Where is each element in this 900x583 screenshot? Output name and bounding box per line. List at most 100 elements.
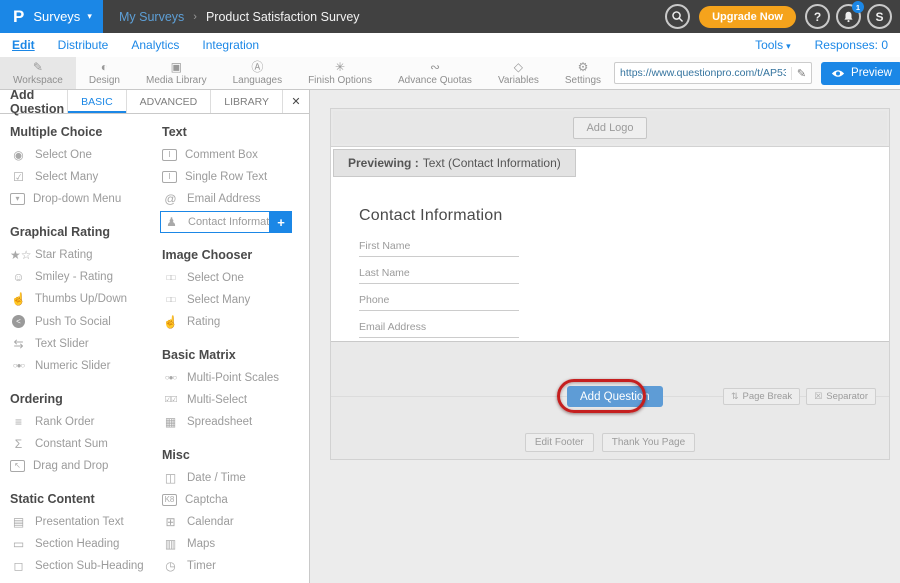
question-type-comment-box[interactable]: IComment Box [160,144,302,166]
group-header-graphical-rating: Graphical Rating [10,225,160,239]
calendar-icon: ⊞ [162,516,179,528]
question-type-smiley-rating[interactable]: ☺Smiley - Rating [8,266,160,288]
add-logo-button[interactable]: Add Logo [573,117,646,139]
close-panel-button[interactable]: ✕ [282,90,309,113]
question-type-drop-down-menu[interactable]: ▾ Drop-down Menu [8,188,160,210]
question-type-single-row-text[interactable]: ISingle Row Text [160,166,302,188]
search-button[interactable] [665,4,690,29]
toolbar-item-languages[interactable]: ⒶLanguages [220,57,296,89]
panel-tab-advanced[interactable]: ADVANCED [126,90,211,113]
panel-tab-library[interactable]: LIBRARY [210,90,282,113]
separator-button[interactable]: ☒ Separator [806,388,876,405]
question-type-calendar[interactable]: ⊞Calendar [160,511,302,533]
question-type-label: Section Sub-Heading [35,560,144,572]
question-type-label: Select One [187,272,244,284]
group-header-ordering: Ordering [10,392,160,406]
question-type-star-rating[interactable]: ★☆ Star Rating [8,244,160,266]
breadcrumb-separator: › [193,11,197,23]
question-type-column-2: TextIComment BoxISingle Row Text@Email A… [160,116,302,577]
toolbar-item-workspace[interactable]: ✎Workspace [0,57,76,89]
tools-menu[interactable]: Tools▾ [755,38,791,52]
contact-field-last-name[interactable] [359,262,519,284]
nav-tab-distribute[interactable]: Distribute [58,38,109,52]
question-type-rating[interactable]: ☝Rating [160,311,302,333]
question-type-label: Drop-down Menu [33,193,121,205]
help-button[interactable]: ? [805,4,830,29]
question-type-date-time[interactable]: ◫Date / Time [160,467,302,489]
panel-tab-basic[interactable]: BASIC [67,90,126,113]
toolbar-item-design[interactable]: ◐Design [76,57,133,89]
question-type-multi-select[interactable]: ☑☑Multi-Select [160,389,302,411]
question-type-label: Select Many [187,294,250,306]
survey-url-input[interactable] [615,67,791,79]
add-question-button[interactable]: Add Question [567,386,663,407]
question-type-text-slider[interactable]: ⇆Text Slider [8,333,160,355]
question-type-select-many[interactable]: □□Select Many [160,289,302,311]
question-type-multi-point-scales[interactable]: ○●○Multi-Point Scales [160,367,302,389]
contact-field-email-address[interactable] [359,316,519,338]
question-type-label: Section Heading [35,538,119,550]
toolbar-item-finish-options[interactable]: ✳Finish Options [295,57,385,89]
contact-information-question: Contact Information [359,207,519,343]
question-type-numeric-slider[interactable]: ○●○Numeric Slider [8,355,160,377]
question-type-section-sub-heading[interactable]: ◻Section Sub-Heading [8,555,160,577]
group-header-image-chooser: Image Chooser [162,248,302,262]
upgrade-now-button[interactable]: Upgrade Now [699,6,796,28]
multi-point-scales-icon: ○●○ [162,374,179,382]
question-type-spreadsheet[interactable]: ▦Spreadsheet [160,411,302,433]
nav-tab-analytics[interactable]: Analytics [131,38,179,52]
question-type-maps[interactable]: ▥Maps [160,533,302,555]
edit-footer-button[interactable]: Edit Footer [525,433,594,452]
previewing-tab: Previewing : Text (Contact Information) [333,149,576,177]
product-switcher[interactable]: P Surveys ▾ [0,0,103,33]
question-type-label: Push To Social [35,316,111,328]
question-type-contact-information[interactable]: ♟Contact Information+ [160,211,270,233]
preview-button[interactable]: Preview [821,62,900,85]
footer-buttons: Edit Footer Thank You Page [331,433,889,452]
thank-you-page-button[interactable]: Thank You Page [602,433,695,452]
avatar[interactable]: S [867,4,892,29]
notification-badge: 1 [852,1,864,13]
edit-url-icon[interactable]: ✎ [791,67,811,80]
breadcrumb-my-surveys[interactable]: My Surveys [119,10,184,24]
rank-order-icon: ≡ [10,416,27,428]
question-type-timer[interactable]: ◷Timer [160,555,302,577]
question-type-rank-order[interactable]: ≡Rank Order [8,411,160,433]
question-type-drag-and-drop[interactable]: ↖Drag and Drop [8,455,160,477]
question-type-select-many[interactable]: ☑Select Many [8,166,160,188]
question-type-captcha[interactable]: K8Captcha [160,489,302,511]
question-type-push-to-social[interactable]: <Push To Social [8,310,160,333]
question-group-basic-matrix: Basic Matrix○●○Multi-Point Scales☑☑Multi… [160,348,302,433]
survey-toolbar: ✎Workspace◐Design▣Media LibraryⒶLanguage… [0,57,900,90]
star-rating-icon: ★☆ [10,249,27,261]
contact-information-person-icon: ♟ [163,216,180,228]
previewing-question-type: Text (Contact Information) [423,156,561,170]
timer-stopwatch-icon: ◷ [162,560,179,572]
add-contact-information-button[interactable]: + [270,211,292,233]
contact-field-first-name[interactable] [359,235,519,257]
toolbar-item-settings[interactable]: ⚙Settings [552,57,614,89]
contact-field-phone[interactable] [359,289,519,311]
panel-tabs: BASICADVANCEDLIBRARY [67,90,282,113]
workspace-icon: ✎ [33,61,43,73]
question-type-select-one[interactable]: □□Select One [160,267,302,289]
toolbar-item-media-library[interactable]: ▣Media Library [133,57,220,89]
question-type-thumbs-up-down[interactable]: ☝Thumbs Up/Down [8,288,160,310]
page-break-button[interactable]: ⇅ Page Break [723,388,800,405]
notifications-button[interactable]: 1 [836,4,861,29]
toolbar-item-variables[interactable]: ◇Variables [485,57,552,89]
question-type-section-heading[interactable]: ▭Section Heading [8,533,160,555]
email-address-icon: @ [162,193,179,205]
question-type-email-address[interactable]: @Email Address [160,188,302,210]
nav-tab-integration[interactable]: Integration [202,38,259,52]
question-type-presentation-text[interactable]: ▤Presentation Text [8,511,160,533]
question-type-constant-sum[interactable]: ΣConstant Sum [8,433,160,455]
group-header-static-content: Static Content [10,492,160,506]
question-type-select-one[interactable]: ◉Select One [8,144,160,166]
toolbar-item-advance-quotas[interactable]: ∾Advance Quotas [385,57,485,89]
previewing-label: Previewing : [348,156,419,170]
question-type-label: Star Rating [35,249,93,261]
responses-count[interactable]: Responses: 0 [815,38,888,52]
nav-tab-edit[interactable]: Edit [12,38,35,52]
dropdown-menu-icon: ▾ [10,193,25,205]
